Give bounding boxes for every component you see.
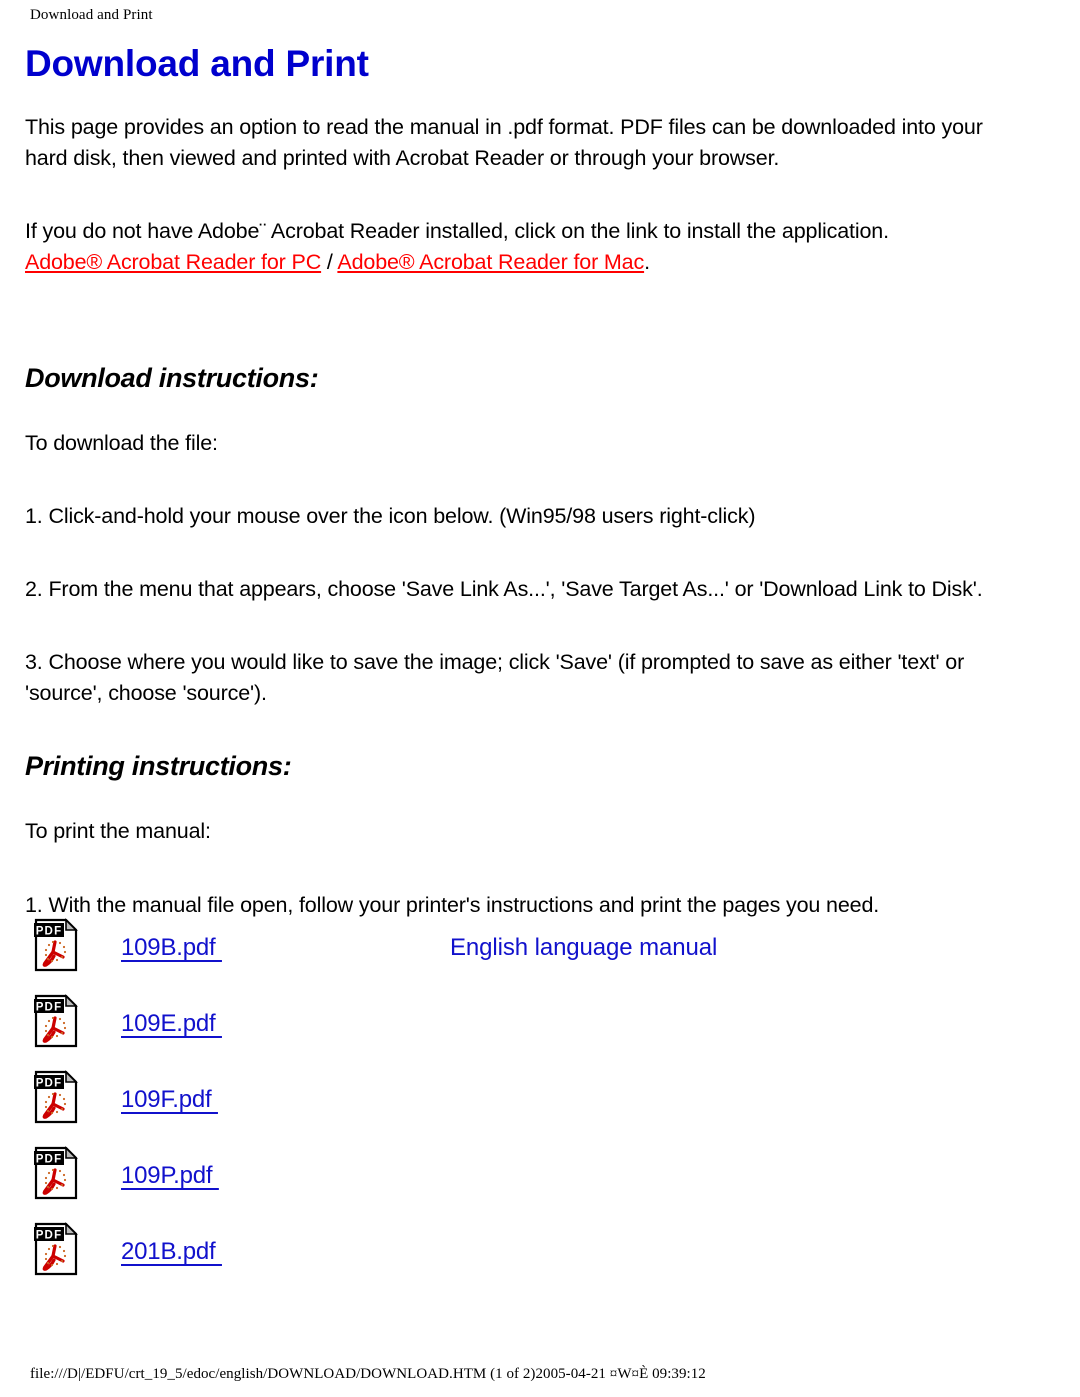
pdf-link-109p[interactable]: 109P.pdf (121, 1162, 219, 1190)
download-step-3: 3. Choose where you would like to save t… (25, 650, 965, 706)
download-lead-text: To download the file: (25, 430, 218, 455)
page-content: Download and Print This page provides an… (25, 43, 1025, 949)
svg-text:PDF: PDF (36, 926, 63, 938)
pdf-file-icon[interactable]: PDF (33, 994, 79, 1048)
pdf-file-icon[interactable]: PDF (33, 1222, 79, 1276)
pdf-list-item: PDF (25, 912, 1025, 988)
pdf-file-icon[interactable]: PDF (33, 1070, 79, 1124)
svg-text:PDF: PDF (36, 1002, 63, 1014)
pdf-link-201b[interactable]: 201B.pdf (121, 1238, 222, 1266)
svg-text:PDF: PDF (36, 1230, 63, 1242)
pdf-list-item: PDF (25, 1216, 1025, 1292)
pdf-file-icon[interactable]: PDF (33, 918, 79, 972)
document-page: Download and Print Download and Print Th… (0, 0, 1080, 1397)
link-separator: / (321, 250, 338, 275)
printing-instructions-heading: Printing instructions: (25, 751, 292, 782)
adobe-reader-pc-link[interactable]: Adobe® Acrobat Reader for PC (25, 250, 321, 274)
svg-text:PDF: PDF (36, 1078, 63, 1090)
acrobat-reader-paragraph: If you do not have Adobe¨ Acrobat Reader… (25, 219, 889, 244)
intro-paragraph: This page provides an option to read the… (25, 114, 983, 171)
pdf-description-109b: English language manual (450, 934, 718, 961)
pdf-file-list: PDF 109B.pdf English language manual PDF… (25, 912, 1025, 1292)
page-title: Download and Print (25, 43, 369, 84)
pdf-link-109f[interactable]: 109F.pdf (121, 1086, 218, 1114)
svg-text:PDF: PDF (36, 1154, 63, 1166)
download-step-1: 1. Click-and-hold your mouse over the ic… (25, 503, 756, 528)
link-trailing-period: . (644, 250, 650, 275)
pdf-file-icon[interactable]: PDF (33, 1146, 79, 1200)
printing-lead-text: To print the manual: (25, 819, 211, 844)
download-instructions-heading: Download instructions: (25, 362, 319, 393)
acrobat-reader-links: Adobe® Acrobat Reader for PC / Adobe® Ac… (25, 247, 1025, 278)
adobe-reader-mac-link[interactable]: Adobe® Acrobat Reader for Mac (337, 250, 644, 274)
pdf-list-item: PDF (25, 1064, 1025, 1140)
browser-print-header: Download and Print (30, 7, 153, 23)
pdf-link-109e[interactable]: 109E.pdf (121, 1010, 222, 1038)
pdf-link-109b[interactable]: 109B.pdf (121, 934, 222, 962)
pdf-list-item: PDF (25, 988, 1025, 1064)
browser-print-footer: file:///D|/EDFU/crt_19_5/edoc/english/DO… (30, 1366, 706, 1382)
download-step-2: 2. From the menu that appears, choose 'S… (25, 576, 983, 601)
pdf-list-item: PDF (25, 1140, 1025, 1216)
